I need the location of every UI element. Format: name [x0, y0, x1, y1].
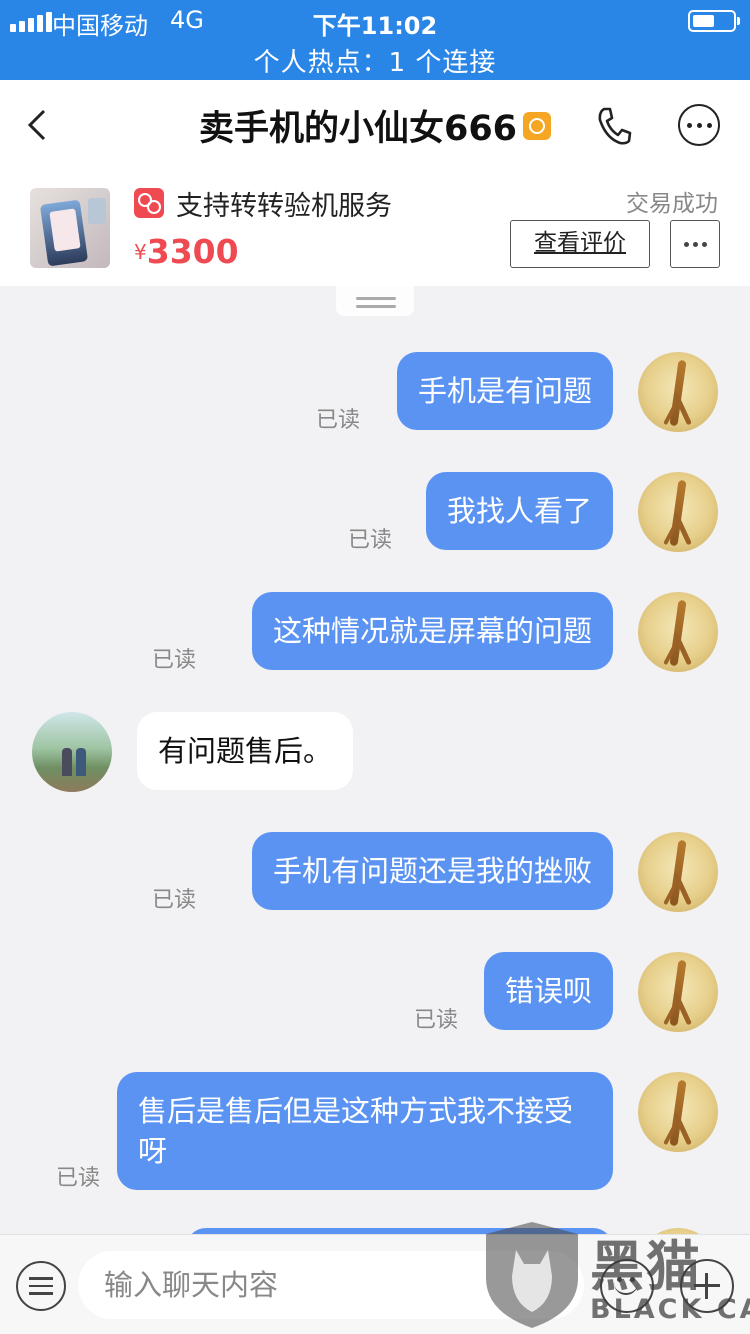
contact-name: 卖手机的小仙女666: [198, 109, 518, 149]
status-bar: 中国移动 4G 下午11:02 个人热点：1 个连接: [0, 0, 750, 80]
message-bubble[interactable]: 有问题售后。: [137, 712, 354, 790]
read-receipt: 已读: [152, 888, 197, 913]
message-list[interactable]: 10:38 已读 手机是有问题 已读 我找人看了 已读 这种情况就是屏幕的问题 …: [0, 286, 750, 1234]
hotspot-banner[interactable]: 个人热点：1 个连接: [0, 42, 750, 79]
message-input[interactable]: [78, 1251, 584, 1319]
read-receipt: 已读: [348, 528, 393, 553]
read-receipt: 已读: [152, 648, 197, 673]
add-attachment-button[interactable]: [680, 1259, 734, 1313]
drag-handle[interactable]: [336, 286, 414, 316]
battery-icon: [688, 10, 740, 32]
more-options-button[interactable]: [678, 104, 720, 146]
inspection-service-icon: [134, 188, 164, 218]
product-more-button[interactable]: [670, 220, 720, 268]
product-card[interactable]: 支持转转验机服务 ¥3300 交易成功 查看评价: [0, 170, 750, 286]
clock: 下午11:02: [312, 12, 438, 40]
phone-icon[interactable]: [596, 106, 632, 146]
message-bubble[interactable]: 手机有问题还是我的挫败: [251, 832, 613, 910]
product-thumbnail[interactable]: [30, 188, 110, 268]
message-bubble[interactable]: 售后是售后但是这种方式我不接受呀: [117, 1072, 613, 1190]
message-bubble[interactable]: 错误呗: [483, 952, 613, 1030]
menu-button[interactable]: [16, 1261, 66, 1311]
trade-status: 交易成功: [626, 191, 718, 217]
my-avatar[interactable]: [638, 1072, 718, 1152]
price-amount: 3300: [146, 232, 239, 271]
my-avatar[interactable]: [638, 592, 718, 672]
read-receipt: 已读: [56, 1166, 101, 1191]
chat-header: 卖手机的小仙女666: [0, 80, 750, 170]
input-bar: [0, 1234, 750, 1334]
my-avatar[interactable]: [638, 472, 718, 552]
message-bubble[interactable]: 手机是有问题: [396, 352, 613, 430]
product-price: ¥3300: [134, 232, 239, 271]
emoji-button[interactable]: [600, 1259, 654, 1313]
view-review-button[interactable]: 查看评价: [510, 220, 650, 268]
currency-symbol: ¥: [134, 240, 147, 264]
seller-badge-icon: [523, 111, 552, 140]
my-avatar[interactable]: [638, 832, 718, 912]
my-avatar[interactable]: [638, 952, 718, 1032]
message-bubble[interactable]: 这种情况就是屏幕的问题: [251, 592, 613, 670]
contact-avatar[interactable]: [32, 712, 112, 792]
product-service-label: 支持转转验机服务: [176, 191, 392, 222]
message-bubble[interactable]: 我找人看了: [425, 472, 613, 550]
my-avatar[interactable]: [638, 352, 718, 432]
read-receipt: 已读: [414, 1008, 459, 1033]
read-receipt: 已读: [316, 408, 361, 433]
